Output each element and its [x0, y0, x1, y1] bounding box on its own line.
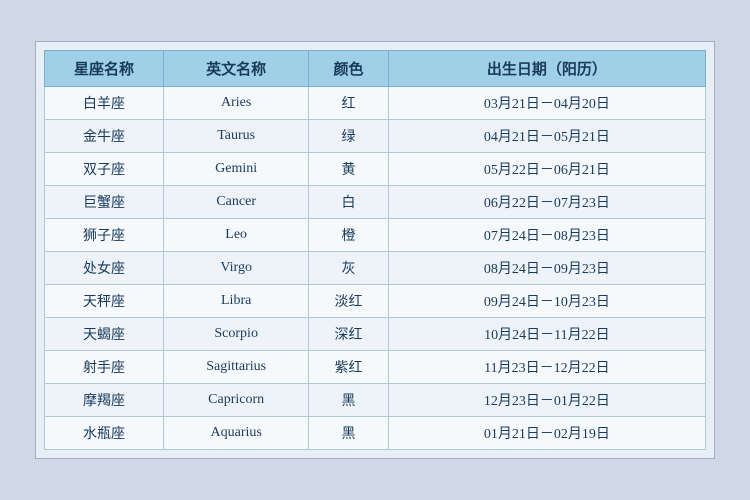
cell-color: 白: [309, 186, 388, 219]
cell-chinese-name: 摩羯座: [45, 384, 164, 417]
table-container: 星座名称 英文名称 颜色 出生日期（阳历） 白羊座Aries红03月21日－04…: [35, 41, 715, 459]
cell-date: 01月21日－02月19日: [388, 417, 705, 450]
cell-chinese-name: 射手座: [45, 351, 164, 384]
table-row: 水瓶座Aquarius黑01月21日－02月19日: [45, 417, 706, 450]
cell-english-name: Scorpio: [163, 318, 308, 351]
cell-color: 紫红: [309, 351, 388, 384]
cell-date: 03月21日－04月20日: [388, 87, 705, 120]
cell-date: 07月24日－08月23日: [388, 219, 705, 252]
cell-english-name: Aries: [163, 87, 308, 120]
cell-color: 橙: [309, 219, 388, 252]
cell-color: 黄: [309, 153, 388, 186]
cell-chinese-name: 巨蟹座: [45, 186, 164, 219]
cell-chinese-name: 天秤座: [45, 285, 164, 318]
cell-color: 红: [309, 87, 388, 120]
table-row: 射手座Sagittarius紫红11月23日－12月22日: [45, 351, 706, 384]
table-row: 金牛座Taurus绿04月21日－05月21日: [45, 120, 706, 153]
cell-english-name: Libra: [163, 285, 308, 318]
cell-color: 灰: [309, 252, 388, 285]
cell-english-name: Aquarius: [163, 417, 308, 450]
table-row: 天秤座Libra淡红09月24日－10月23日: [45, 285, 706, 318]
table-row: 双子座Gemini黄05月22日－06月21日: [45, 153, 706, 186]
cell-date: 09月24日－10月23日: [388, 285, 705, 318]
cell-chinese-name: 金牛座: [45, 120, 164, 153]
cell-chinese-name: 处女座: [45, 252, 164, 285]
cell-english-name: Cancer: [163, 186, 308, 219]
table-header-row: 星座名称 英文名称 颜色 出生日期（阳历）: [45, 51, 706, 87]
table-row: 天蝎座Scorpio深红10月24日－11月22日: [45, 318, 706, 351]
cell-english-name: Sagittarius: [163, 351, 308, 384]
cell-date: 10月24日－11月22日: [388, 318, 705, 351]
cell-english-name: Leo: [163, 219, 308, 252]
cell-chinese-name: 天蝎座: [45, 318, 164, 351]
header-date: 出生日期（阳历）: [388, 51, 705, 87]
cell-color: 黑: [309, 384, 388, 417]
cell-date: 06月22日－07月23日: [388, 186, 705, 219]
cell-english-name: Capricorn: [163, 384, 308, 417]
cell-color: 黑: [309, 417, 388, 450]
cell-date: 04月21日－05月21日: [388, 120, 705, 153]
cell-chinese-name: 水瓶座: [45, 417, 164, 450]
cell-color: 深红: [309, 318, 388, 351]
zodiac-table: 星座名称 英文名称 颜色 出生日期（阳历） 白羊座Aries红03月21日－04…: [44, 50, 706, 450]
cell-chinese-name: 白羊座: [45, 87, 164, 120]
cell-english-name: Taurus: [163, 120, 308, 153]
cell-date: 05月22日－06月21日: [388, 153, 705, 186]
cell-chinese-name: 双子座: [45, 153, 164, 186]
table-row: 白羊座Aries红03月21日－04月20日: [45, 87, 706, 120]
table-row: 摩羯座Capricorn黑12月23日－01月22日: [45, 384, 706, 417]
header-color: 颜色: [309, 51, 388, 87]
table-body: 白羊座Aries红03月21日－04月20日金牛座Taurus绿04月21日－0…: [45, 87, 706, 450]
table-row: 狮子座Leo橙07月24日－08月23日: [45, 219, 706, 252]
cell-date: 08月24日－09月23日: [388, 252, 705, 285]
cell-date: 12月23日－01月22日: [388, 384, 705, 417]
header-chinese-name: 星座名称: [45, 51, 164, 87]
cell-color: 绿: [309, 120, 388, 153]
cell-english-name: Gemini: [163, 153, 308, 186]
table-row: 处女座Virgo灰08月24日－09月23日: [45, 252, 706, 285]
header-english-name: 英文名称: [163, 51, 308, 87]
cell-chinese-name: 狮子座: [45, 219, 164, 252]
cell-color: 淡红: [309, 285, 388, 318]
cell-date: 11月23日－12月22日: [388, 351, 705, 384]
table-row: 巨蟹座Cancer白06月22日－07月23日: [45, 186, 706, 219]
cell-english-name: Virgo: [163, 252, 308, 285]
